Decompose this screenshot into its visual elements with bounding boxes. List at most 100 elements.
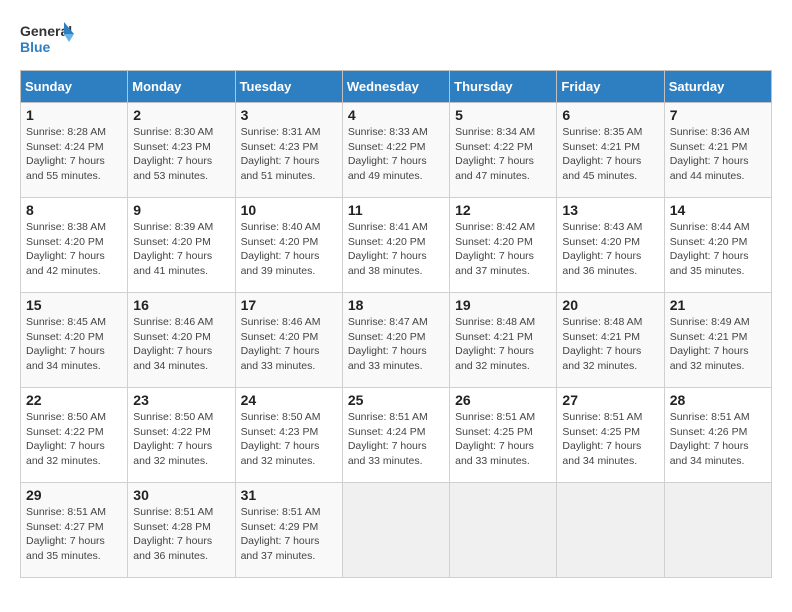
day-number: 14 [670,202,766,218]
day-number: 21 [670,297,766,313]
calendar-header-wednesday: Wednesday [342,71,449,103]
day-number: 17 [241,297,337,313]
day-info: Sunrise: 8:42 AM Sunset: 4:20 PM Dayligh… [455,220,551,279]
calendar-cell: 6 Sunrise: 8:35 AM Sunset: 4:21 PM Daylig… [557,103,664,198]
day-info: Sunrise: 8:30 AM Sunset: 4:23 PM Dayligh… [133,125,229,184]
day-info: Sunrise: 8:50 AM Sunset: 4:23 PM Dayligh… [241,410,337,469]
calendar-cell: 27Sunrise: 8:51 AM Sunset: 4:25 PM Dayli… [557,388,664,483]
day-number: 24 [241,392,337,408]
calendar-cell: 24 Sunrise: 8:50 AM Sunset: 4:23 PM Dayli… [235,388,342,483]
day-info: Sunrise: 8:36 AM Sunset: 4:21 PM Dayligh… [670,125,766,184]
calendar-header-sunday: Sunday [21,71,128,103]
calendar-week-2: 8Sunrise: 8:38 AM Sunset: 4:20 PM Daylig… [21,198,772,293]
day-number: 4 [348,107,444,123]
day-number: 10 [241,202,337,218]
calendar-header-tuesday: Tuesday [235,71,342,103]
day-info: Sunrise: 8:46 AM Sunset: 4:20 PM Dayligh… [241,315,337,374]
day-number: 6 [562,107,658,123]
calendar-cell: 30 Sunrise: 8:51 AM Sunset: 4:28 PM Dayli… [128,483,235,578]
day-number: 31 [241,487,337,503]
calendar-cell: 9 Sunrise: 8:39 AM Sunset: 4:20 PM Daylig… [128,198,235,293]
day-info: Sunrise: 8:48 AM Sunset: 4:21 PM Dayligh… [455,315,551,374]
day-number: 2 [133,107,229,123]
calendar-cell: 20 Sunrise: 8:48 AM Sunset: 4:21 PM Dayli… [557,293,664,388]
calendar-week-3: 15 Sunrise: 8:45 AM Sunset: 4:20 PM Dayli… [21,293,772,388]
day-number: 25 [348,392,444,408]
day-info: Sunrise: 8:35 AM Sunset: 4:21 PM Dayligh… [562,125,658,184]
calendar-cell: 14 Sunrise: 8:44 AM Sunset: 4:20 PM Dayli… [664,198,771,293]
calendar-cell: 23Sunrise: 8:50 AM Sunset: 4:22 PM Dayli… [128,388,235,483]
day-info: Sunrise: 8:51 AM Sunset: 4:27 PM Dayligh… [26,505,122,564]
calendar-week-5: 29 Sunrise: 8:51 AM Sunset: 4:27 PM Dayli… [21,483,772,578]
calendar-table: SundayMondayTuesdayWednesdayThursdayFrid… [20,70,772,578]
calendar-cell: 5 Sunrise: 8:34 AM Sunset: 4:22 PM Daylig… [450,103,557,198]
calendar-header-thursday: Thursday [450,71,557,103]
calendar-cell [664,483,771,578]
calendar-cell: 15 Sunrise: 8:45 AM Sunset: 4:20 PM Dayli… [21,293,128,388]
day-number: 15 [26,297,122,313]
day-info: Sunrise: 8:50 AM Sunset: 4:22 PM Dayligh… [133,410,229,469]
calendar-header-row: SundayMondayTuesdayWednesdayThursdayFrid… [21,71,772,103]
day-info: Sunrise: 8:34 AM Sunset: 4:22 PM Dayligh… [455,125,551,184]
day-info: Sunrise: 8:43 AM Sunset: 4:20 PM Dayligh… [562,220,658,279]
calendar-cell: 13 Sunrise: 8:43 AM Sunset: 4:20 PM Dayli… [557,198,664,293]
day-info: Sunrise: 8:31 AM Sunset: 4:23 PM Dayligh… [241,125,337,184]
day-info: Sunrise: 8:40 AM Sunset: 4:20 PM Dayligh… [241,220,337,279]
calendar-cell: 29 Sunrise: 8:51 AM Sunset: 4:27 PM Dayli… [21,483,128,578]
day-info: Sunrise: 8:50 AM Sunset: 4:22 PM Dayligh… [26,410,122,469]
day-number: 11 [348,202,444,218]
day-info: Sunrise: 8:48 AM Sunset: 4:21 PM Dayligh… [562,315,658,374]
day-number: 22 [26,392,122,408]
day-number: 1 [26,107,122,123]
calendar-cell: 8Sunrise: 8:38 AM Sunset: 4:20 PM Daylig… [21,198,128,293]
calendar-cell: 21 Sunrise: 8:49 AM Sunset: 4:21 PM Dayli… [664,293,771,388]
day-number: 18 [348,297,444,313]
day-number: 7 [670,107,766,123]
calendar-cell: 22 Sunrise: 8:50 AM Sunset: 4:22 PM Dayli… [21,388,128,483]
calendar-cell: 18 Sunrise: 8:47 AM Sunset: 4:20 PM Dayli… [342,293,449,388]
calendar-cell [557,483,664,578]
calendar-week-4: 22 Sunrise: 8:50 AM Sunset: 4:22 PM Dayli… [21,388,772,483]
day-number: 20 [562,297,658,313]
day-number: 13 [562,202,658,218]
calendar-header-monday: Monday [128,71,235,103]
day-number: 26 [455,392,551,408]
day-info: Sunrise: 8:28 AM Sunset: 4:24 PM Dayligh… [26,125,122,184]
day-number: 29 [26,487,122,503]
day-info: Sunrise: 8:51 AM Sunset: 4:29 PM Dayligh… [241,505,337,564]
calendar-cell: 11 Sunrise: 8:41 AM Sunset: 4:20 PM Dayli… [342,198,449,293]
calendar-cell: 26 Sunrise: 8:51 AM Sunset: 4:25 PM Dayli… [450,388,557,483]
calendar-cell [450,483,557,578]
calendar-cell: 2 Sunrise: 8:30 AM Sunset: 4:23 PM Daylig… [128,103,235,198]
day-number: 5 [455,107,551,123]
day-info: Sunrise: 8:51 AM Sunset: 4:28 PM Dayligh… [133,505,229,564]
day-number: 16 [133,297,229,313]
day-info: Sunrise: 8:51 AM Sunset: 4:25 PM Dayligh… [455,410,551,469]
day-info: Sunrise: 8:44 AM Sunset: 4:20 PM Dayligh… [670,220,766,279]
calendar-header-saturday: Saturday [664,71,771,103]
day-info: Sunrise: 8:46 AM Sunset: 4:20 PM Dayligh… [133,315,229,374]
calendar-cell [342,483,449,578]
calendar-cell: 3 Sunrise: 8:31 AM Sunset: 4:23 PM Daylig… [235,103,342,198]
page-header: GeneralBlue [20,20,772,60]
day-info: Sunrise: 8:33 AM Sunset: 4:22 PM Dayligh… [348,125,444,184]
calendar-cell: 17 Sunrise: 8:46 AM Sunset: 4:20 PM Dayli… [235,293,342,388]
day-info: Sunrise: 8:45 AM Sunset: 4:20 PM Dayligh… [26,315,122,374]
day-number: 3 [241,107,337,123]
logo-svg: GeneralBlue [20,20,75,60]
day-info: Sunrise: 8:39 AM Sunset: 4:20 PM Dayligh… [133,220,229,279]
calendar-header-friday: Friday [557,71,664,103]
day-number: 8 [26,202,122,218]
calendar-cell: 25Sunrise: 8:51 AM Sunset: 4:24 PM Dayli… [342,388,449,483]
calendar-week-1: 1 Sunrise: 8:28 AM Sunset: 4:24 PM Daylig… [21,103,772,198]
day-info: Sunrise: 8:51 AM Sunset: 4:26 PM Dayligh… [670,410,766,469]
day-info: Sunrise: 8:49 AM Sunset: 4:21 PM Dayligh… [670,315,766,374]
day-info: Sunrise: 8:41 AM Sunset: 4:20 PM Dayligh… [348,220,444,279]
day-info: Sunrise: 8:47 AM Sunset: 4:20 PM Dayligh… [348,315,444,374]
calendar-cell: 31 Sunrise: 8:51 AM Sunset: 4:29 PM Dayli… [235,483,342,578]
day-number: 30 [133,487,229,503]
day-number: 12 [455,202,551,218]
calendar-cell: 28Sunrise: 8:51 AM Sunset: 4:26 PM Dayli… [664,388,771,483]
calendar-cell: 12 Sunrise: 8:42 AM Sunset: 4:20 PM Dayli… [450,198,557,293]
day-number: 9 [133,202,229,218]
